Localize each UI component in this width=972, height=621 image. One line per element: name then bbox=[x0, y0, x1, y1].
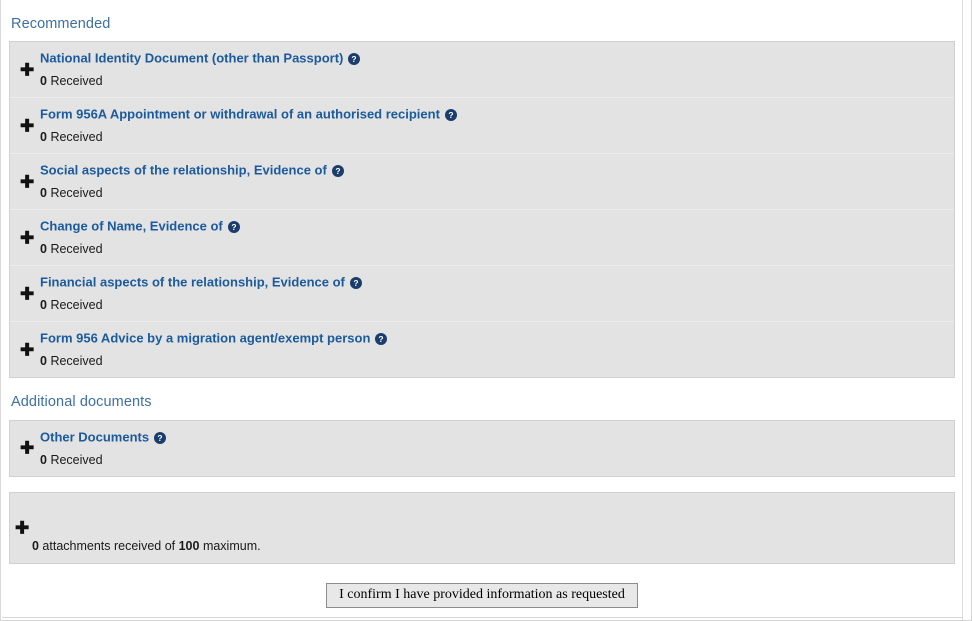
confirm-button[interactable]: I confirm I have provided information as… bbox=[326, 583, 638, 609]
svg-text:?: ? bbox=[157, 433, 162, 443]
redaction-scribble-icon bbox=[32, 502, 290, 533]
section-header-additional-documents: Additional documents bbox=[11, 394, 152, 411]
document-title[interactable]: Form 956 Advice by a migration agent/exe… bbox=[40, 331, 370, 346]
help-circle-icon[interactable]: ? bbox=[331, 165, 344, 178]
attachments-caption: 0 attachments received of 100 maximum. bbox=[32, 539, 954, 554]
document-received-count: 0 bbox=[40, 242, 47, 257]
svg-text:?: ? bbox=[335, 166, 340, 176]
svg-text:?: ? bbox=[448, 110, 453, 120]
document-received-status: 0 Received bbox=[40, 453, 954, 468]
document-row[interactable]: ✚ Change of Name, Evidence of? 0 Receive… bbox=[10, 209, 954, 265]
section-header-recommended: Recommended bbox=[11, 16, 111, 32]
plus-icon[interactable]: ✚ bbox=[20, 285, 34, 302]
document-row[interactable]: ✚ Form 956 Advice by a migration agent/e… bbox=[10, 321, 954, 377]
document-received-label: Received bbox=[50, 452, 103, 467]
recommended-documents-panel: ✚ National Identity Document (other than… bbox=[9, 41, 955, 379]
document-received-count: 0 bbox=[40, 74, 47, 89]
document-title[interactable]: Financial aspects of the relationship, E… bbox=[40, 275, 345, 290]
document-received-label: Received bbox=[50, 354, 103, 369]
document-received-label: Received bbox=[50, 242, 103, 257]
plus-icon[interactable]: ✚ bbox=[15, 519, 29, 536]
plus-icon[interactable]: ✚ bbox=[20, 229, 34, 246]
document-row[interactable]: ✚ Form 956A Appointment or withdrawal of… bbox=[10, 97, 954, 153]
plus-icon[interactable]: ✚ bbox=[20, 173, 34, 190]
svg-text:?: ? bbox=[231, 222, 236, 232]
help-circle-icon[interactable]: ? bbox=[444, 109, 457, 122]
document-received-count: 0 bbox=[40, 130, 47, 145]
attachments-max: 100 bbox=[178, 538, 200, 553]
document-received-count: 0 bbox=[40, 354, 47, 369]
documents-content: Recommended ✚ National Identity Document… bbox=[2, 0, 962, 564]
attachments-caption-middle: attachments received of bbox=[38, 538, 179, 553]
document-received-status: 0 Received bbox=[40, 354, 954, 369]
help-circle-icon[interactable]: ? bbox=[348, 53, 361, 66]
redacted-title bbox=[32, 502, 290, 533]
document-title[interactable]: National Identity Document (other than P… bbox=[40, 51, 343, 66]
document-received-label: Received bbox=[50, 186, 103, 201]
page-container: Recommended ✚ National Identity Document… bbox=[0, 0, 972, 621]
document-received-label: Received bbox=[50, 298, 103, 313]
plus-icon[interactable]: ✚ bbox=[20, 61, 34, 78]
attachments-caption-end: maximum. bbox=[199, 538, 261, 553]
document-received-count: 0 bbox=[40, 452, 47, 467]
document-received-status: 0 Received bbox=[40, 186, 954, 201]
svg-text:?: ? bbox=[379, 334, 384, 344]
document-title[interactable]: Form 956A Appointment or withdrawal of a… bbox=[40, 107, 440, 122]
document-received-status: 0 Received bbox=[40, 242, 954, 257]
attachments-panel[interactable]: ✚ 0 attachments received of 100 maximum. bbox=[9, 491, 955, 564]
document-title[interactable]: Other Documents bbox=[40, 429, 149, 444]
svg-text:?: ? bbox=[352, 54, 357, 64]
svg-text:?: ? bbox=[353, 278, 358, 288]
plus-icon[interactable]: ✚ bbox=[20, 341, 34, 358]
document-title[interactable]: Social aspects of the relationship, Evid… bbox=[40, 163, 327, 178]
bottom-divider bbox=[2, 617, 962, 618]
help-circle-icon[interactable]: ? bbox=[154, 431, 167, 444]
additional-documents-panel: ✚ Other Documents? 0 Received bbox=[9, 419, 955, 477]
confirm-button-bar: I confirm I have provided information as… bbox=[2, 583, 962, 614]
document-received-count: 0 bbox=[40, 298, 47, 313]
document-row[interactable]: ✚ Social aspects of the relationship, Ev… bbox=[10, 153, 954, 209]
plus-icon[interactable]: ✚ bbox=[20, 440, 34, 457]
help-circle-icon[interactable]: ? bbox=[375, 333, 388, 346]
document-row[interactable]: ✚ National Identity Document (other than… bbox=[10, 42, 954, 97]
attachments-count: 0 bbox=[32, 538, 39, 553]
document-row[interactable]: ✚ Other Documents? 0 Received bbox=[10, 421, 954, 476]
plus-icon[interactable]: ✚ bbox=[20, 117, 34, 134]
document-received-label: Received bbox=[50, 130, 103, 145]
document-received-count: 0 bbox=[40, 186, 47, 201]
document-received-label: Received bbox=[50, 74, 103, 89]
help-circle-icon[interactable]: ? bbox=[349, 277, 362, 290]
document-title[interactable]: Change of Name, Evidence of bbox=[40, 219, 223, 234]
help-circle-icon[interactable]: ? bbox=[227, 221, 240, 234]
document-received-status: 0 Received bbox=[40, 130, 954, 145]
document-received-status: 0 Received bbox=[40, 74, 954, 89]
document-row[interactable]: ✚ Financial aspects of the relationship,… bbox=[10, 265, 954, 321]
document-received-status: 0 Received bbox=[40, 298, 954, 313]
